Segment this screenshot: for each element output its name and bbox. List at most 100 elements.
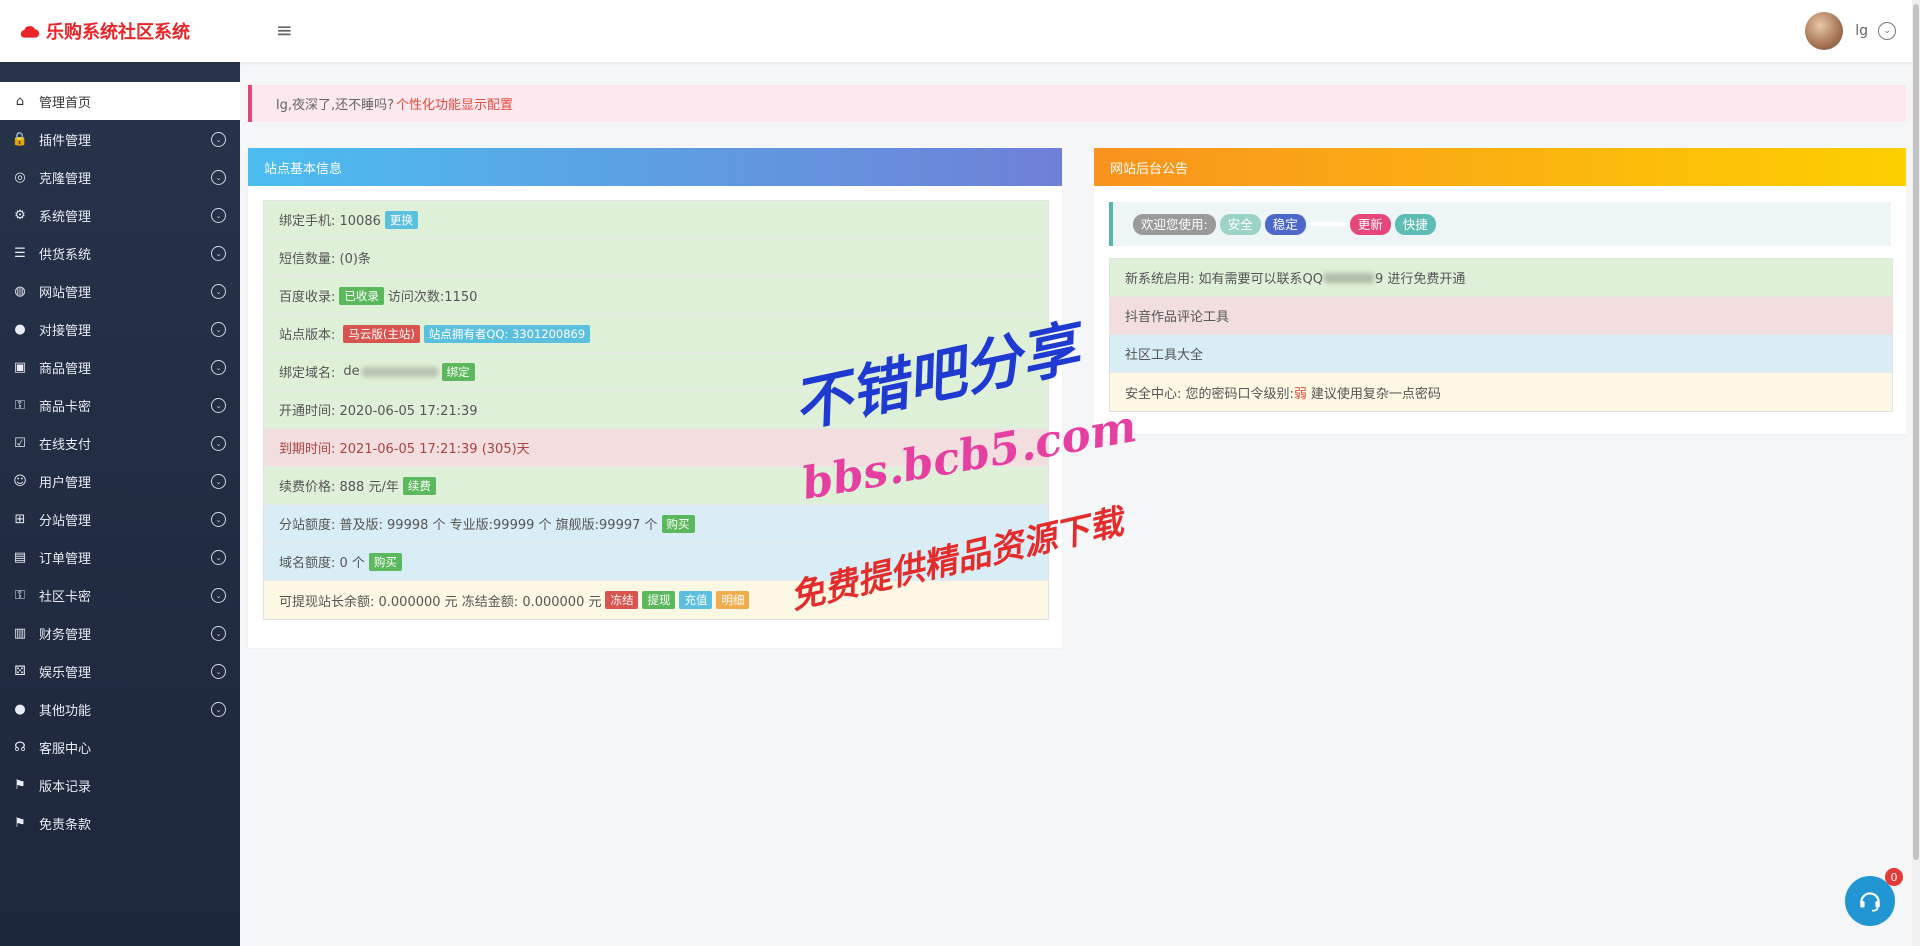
chevron-down-icon[interactable]: ⌄ xyxy=(211,702,226,717)
owner-qq-badge: 站点拥有者QQ: 3301200869 xyxy=(423,324,591,343)
chevron-down-icon[interactable]: ⌄ xyxy=(211,284,226,299)
freeze-button[interactable]: 冻结 xyxy=(605,591,639,609)
bind-domain-button[interactable]: 绑定 xyxy=(441,362,475,381)
buy-substation-button[interactable]: 购买 xyxy=(661,514,695,533)
password-level: 弱 xyxy=(1293,386,1307,402)
withdraw-button[interactable]: 提现 xyxy=(642,591,676,609)
link-icon: ● xyxy=(14,321,26,337)
sidebar-item-9[interactable]: ⚿ 商品卡密 ⌄ xyxy=(0,386,240,424)
personalize-link[interactable]: 个性化功能显示配置 xyxy=(396,94,513,113)
sidebar-item-label: 克隆管理 xyxy=(39,171,92,187)
sidebar-item-10[interactable]: ☑ 在线支付 ⌄ xyxy=(0,424,240,462)
blurred-domain xyxy=(361,366,438,377)
list-item: 域名额度: 0 个 购买 xyxy=(264,543,1048,581)
headset-icon: ☊ xyxy=(14,739,26,755)
clone-icon: ◎ xyxy=(14,169,26,185)
menu-toggle-icon[interactable]: ≡ xyxy=(276,18,293,42)
welcome-pill: 欢迎您使用: xyxy=(1133,213,1216,235)
renew-button[interactable]: 续费 xyxy=(402,476,436,495)
chevron-down-icon[interactable]: ⌄ xyxy=(211,208,226,223)
fast-pill: 快捷 xyxy=(1394,213,1436,235)
page-scrollbar[interactable] xyxy=(1912,0,1920,946)
sidebar-item-1[interactable]: ⌂ 管理首页 xyxy=(0,82,240,120)
notice-panel: 网站后台公告 欢迎您使用: 安全 稳定 更新 快捷 新系统启用: 如有需要可以联… xyxy=(1094,148,1906,434)
sidebar-item-17[interactable]: ● 其他功能 ⌄ xyxy=(0,690,240,728)
recharge-button[interactable]: 充值 xyxy=(679,591,713,609)
username[interactable]: lg xyxy=(1855,23,1868,39)
list-item: 开通时间: 2020-06-05 17:21:39 xyxy=(264,391,1048,429)
sidebar-item-6[interactable]: ◍ 网站管理 ⌄ xyxy=(0,272,240,310)
list-item: 可提现站长余额: 0.000000 元 冻结金额: 0.000000 元 冻结 … xyxy=(264,581,1048,619)
substation-quota: 分站额度: 普及版: 99998 个 专业版:99999 个 旗舰版:99997… xyxy=(279,518,658,533)
chevron-down-icon[interactable]: ⌄ xyxy=(211,132,226,147)
sidebar-item-12[interactable]: ⊞ 分站管理 ⌄ xyxy=(0,500,240,538)
new-system-suffix: 9 进行免费开通 xyxy=(1374,272,1466,287)
sidebar-item-18[interactable]: ☊ 客服中心 xyxy=(0,728,240,766)
sidebar-item-16[interactable]: ⚄ 娱乐管理 ⌄ xyxy=(0,652,240,690)
chevron-down-icon[interactable]: ⌄ xyxy=(211,588,226,603)
sidebar-item-2[interactable]: 🔒 插件管理 ⌄ xyxy=(0,120,240,158)
sidebar-item-label: 财务管理 xyxy=(39,627,92,643)
sidebar-item-label: 在线支付 xyxy=(39,437,92,453)
sidebar-item-label: 免责条款 xyxy=(39,817,92,833)
avatar[interactable] xyxy=(1805,12,1844,50)
chevron-down-icon[interactable]: ⌄ xyxy=(211,170,226,185)
sidebar-item-4[interactable]: ⚙ 系统管理 ⌄ xyxy=(0,196,240,234)
headset-icon xyxy=(1860,892,1880,912)
domain-value: de xyxy=(343,364,360,379)
sidebar-item-7[interactable]: ● 对接管理 ⌄ xyxy=(0,310,240,348)
chevron-down-icon[interactable]: ⌄ xyxy=(211,474,226,489)
chevron-down-icon[interactable]: ⌄ xyxy=(211,626,226,641)
chevron-down-icon[interactable]: ⌄ xyxy=(211,246,226,261)
sidebar-item-label: 分站管理 xyxy=(39,513,92,529)
version-label: 站点版本: xyxy=(279,328,336,343)
greeting-text: lg,夜深了,还不睡吗? xyxy=(276,98,395,113)
sidebar-item-15[interactable]: ▥ 财务管理 ⌄ xyxy=(0,614,240,652)
globe-icon: ◍ xyxy=(14,283,26,299)
details-button[interactable]: 明细 xyxy=(716,591,750,609)
notice-title: 网站后台公告 xyxy=(1094,148,1906,186)
chevron-down-icon[interactable]: ⌄ xyxy=(211,360,226,375)
key-icon: ⚿ xyxy=(15,397,25,413)
chevron-down-icon[interactable]: ⌄ xyxy=(211,436,226,451)
community-tools-link[interactable]: 社区工具大全 xyxy=(1125,344,1203,363)
sidebar-item-5[interactable]: ☰ 供货系统 ⌄ xyxy=(0,234,240,272)
sidebar-item-14[interactable]: ⚿ 社区卡密 ⌄ xyxy=(0,576,240,614)
sidebar-item-11[interactable]: ☺ 用户管理 ⌄ xyxy=(0,462,240,500)
chevron-down-icon[interactable]: ⌄ xyxy=(211,322,226,337)
chevron-down-icon[interactable]: ⌄ xyxy=(211,550,226,565)
key-icon: ⚿ xyxy=(15,587,25,603)
domain-quota: 域名额度: 0 个 xyxy=(279,556,365,571)
sidebar-item-13[interactable]: ▤ 订单管理 ⌄ xyxy=(0,538,240,576)
safe-pill: 安全 xyxy=(1219,213,1261,235)
calendar-check-icon: ☑ xyxy=(14,435,26,451)
sidebar-item-20[interactable]: ⚑ 免责条款 xyxy=(0,804,240,842)
sidebar-item-19[interactable]: ⚑ 版本记录 xyxy=(0,766,240,804)
chevron-down-icon[interactable]: ⌄ xyxy=(211,398,226,413)
sidebar-item-label: 供货系统 xyxy=(39,247,92,263)
apple-icon: ● xyxy=(14,701,26,717)
scrollbar-thumb[interactable] xyxy=(1913,4,1919,860)
list-item: 安全中心: 您的密码口令级别: 弱 建议使用复杂一点密码 xyxy=(1110,373,1892,411)
stable-pill: 稳定 xyxy=(1264,213,1306,235)
list-item: 到期时间: 2021-06-05 17:21:39 (305)天 xyxy=(264,429,1048,467)
list-item: 新系统启用: 如有需要可以联系QQ 9 进行免费开通 xyxy=(1110,259,1892,297)
change-phone-button[interactable]: 更换 xyxy=(384,210,418,229)
sidebar-item-label: 网站管理 xyxy=(39,285,92,301)
list-item: 站点版本: 马云版(主站) 站点拥有者QQ: 3301200869 xyxy=(264,315,1048,353)
sidebar-item-3[interactable]: ◎ 克隆管理 ⌄ xyxy=(0,158,240,196)
gears-icon: ⚙ xyxy=(14,207,26,223)
balance-text: 可提现站长余额: 0.000000 元 冻结金额: 0.000000 元 xyxy=(279,594,602,610)
new-system-text: 新系统启用: 如有需要可以联系QQ xyxy=(1125,272,1323,287)
site-title: 乐购系统社区系统 xyxy=(46,22,190,43)
sidebar-item-label: 版本记录 xyxy=(39,779,92,795)
sidebar-item-label: 社区卡密 xyxy=(39,589,92,605)
chevron-down-icon[interactable]: ⌄ xyxy=(211,664,226,679)
douyin-tool-link[interactable]: 抖音作品评论工具 xyxy=(1125,306,1229,325)
chevron-down-icon[interactable]: ⌄ xyxy=(1878,22,1896,40)
chevron-down-icon[interactable]: ⌄ xyxy=(211,512,226,527)
sidebar-item-8[interactable]: ▣ 商品管理 ⌄ xyxy=(0,348,240,386)
site-logo[interactable]: 乐购系统社区系统 xyxy=(20,19,190,43)
user-menu[interactable]: lg ⌄ xyxy=(1805,12,1896,50)
buy-domain-button[interactable]: 购买 xyxy=(368,552,402,571)
